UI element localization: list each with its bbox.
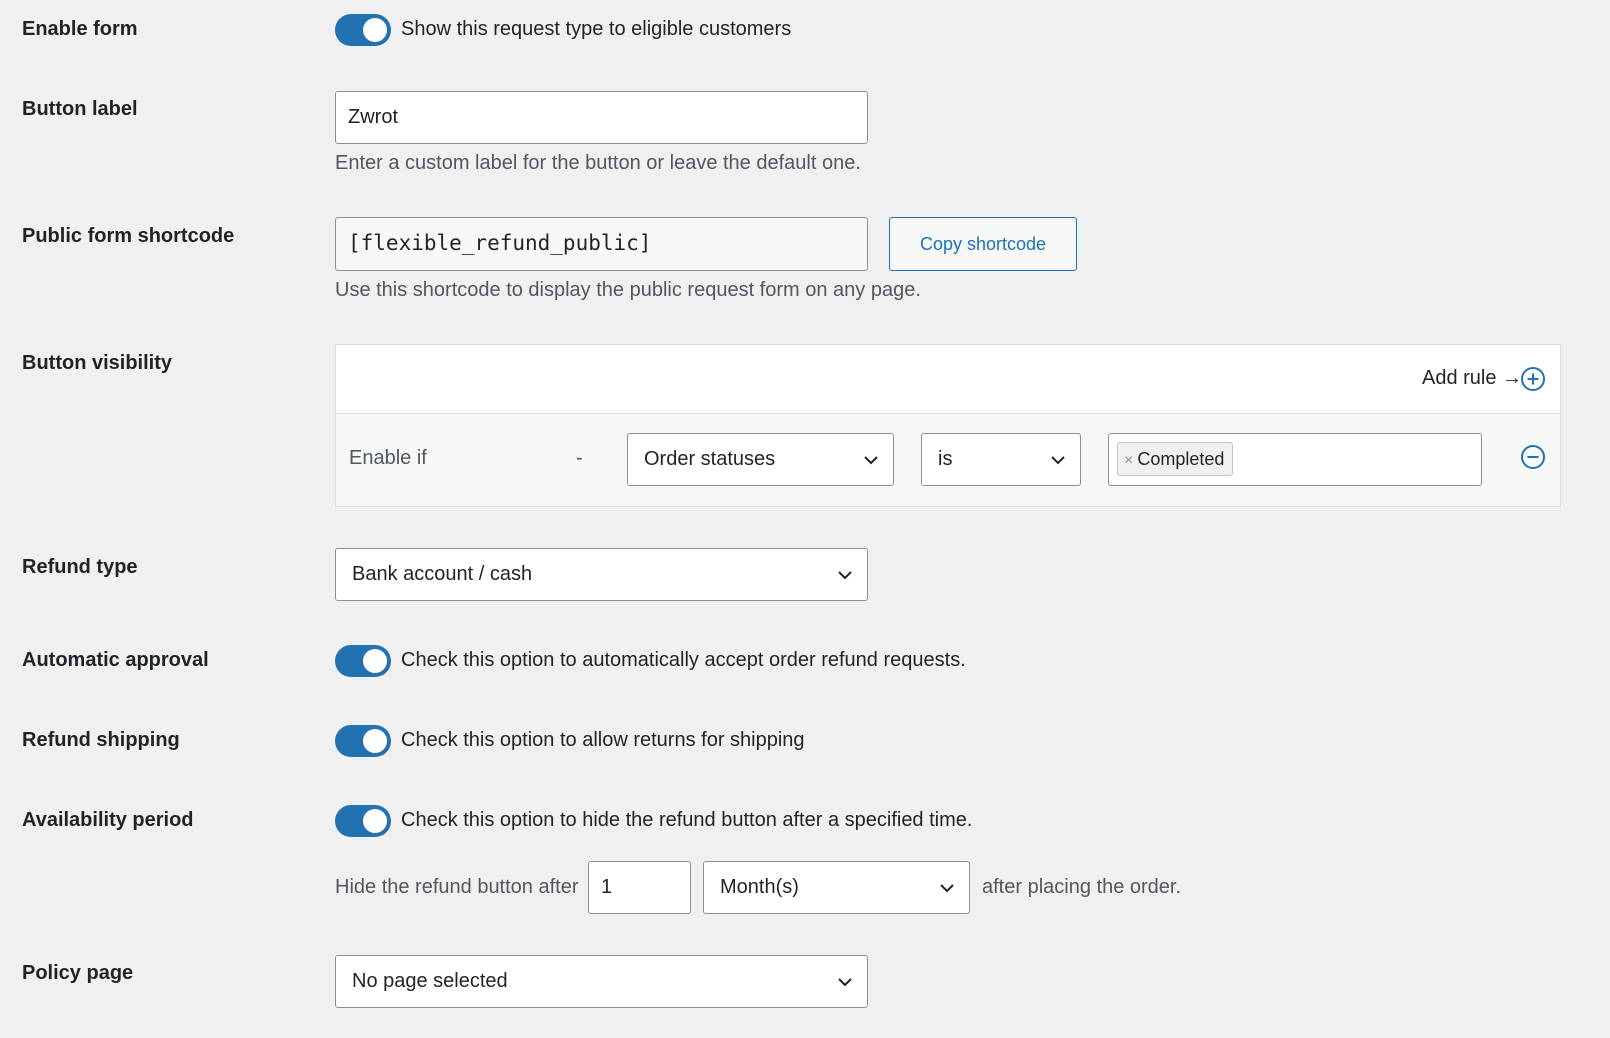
automatic-approval-label: Automatic approval <box>22 649 209 671</box>
button-visibility-label: Button visibility <box>22 352 172 374</box>
hide-after-suffix: after placing the order. <box>982 876 1182 898</box>
toggle-knob <box>363 729 387 753</box>
chevron-down-icon <box>837 956 853 1007</box>
shortcode-help: Use this shortcode to display the public… <box>335 279 921 301</box>
toggle-knob <box>363 649 387 673</box>
refund-shipping-toggle[interactable] <box>335 725 391 757</box>
rule-operator-value: is <box>938 448 953 470</box>
rule-values-multiselect[interactable]: × Completed <box>1108 433 1482 486</box>
toggle-knob <box>363 809 387 833</box>
refund-shipping-description: Check this option to allow returns for s… <box>401 729 805 751</box>
availability-period-toggle[interactable] <box>335 805 391 837</box>
hide-after-unit-select[interactable]: Month(s) <box>703 861 970 914</box>
chevron-down-icon <box>837 549 853 600</box>
toggle-knob <box>363 18 387 42</box>
visibility-rules-panel: Add rule → Enable if - Order statuses is… <box>335 344 1561 507</box>
shortcode-input[interactable]: [flexible_refund_public] <box>335 217 868 271</box>
rule-prefix: Enable if <box>349 447 427 469</box>
button-label-input[interactable]: Zwrot <box>335 91 868 144</box>
policy-page-label: Policy page <box>22 962 134 984</box>
button-label-label: Button label <box>22 98 138 120</box>
hide-after-prefix: Hide the refund button after <box>335 876 579 898</box>
enable-form-label: Enable form <box>22 18 138 40</box>
automatic-approval-description: Check this option to automatically accep… <box>401 649 966 671</box>
copy-shortcode-button[interactable]: Copy shortcode <box>889 217 1077 271</box>
availability-period-label: Availability period <box>22 809 194 831</box>
public-shortcode-label: Public form shortcode <box>22 225 235 247</box>
policy-page-value: No page selected <box>352 970 508 992</box>
remove-tag-icon[interactable]: × <box>1124 452 1133 469</box>
rule-dash: - <box>576 447 583 469</box>
availability-period-description: Check this option to hide the refund but… <box>401 809 973 831</box>
automatic-approval-toggle[interactable] <box>335 645 391 677</box>
add-rule-link[interactable]: Add rule → <box>1422 367 1522 390</box>
rule-field-value: Order statuses <box>644 448 776 470</box>
rule-operator-select[interactable]: is <box>921 433 1081 486</box>
refund-type-label: Refund type <box>22 556 138 578</box>
rule-field-select[interactable]: Order statuses <box>627 433 894 486</box>
hide-after-unit-value: Month(s) <box>720 876 799 898</box>
enable-form-description: Show this request type to eligible custo… <box>401 18 792 40</box>
refund-type-value: Bank account / cash <box>352 563 533 585</box>
button-label-help: Enter a custom label for the button or l… <box>335 152 861 174</box>
visibility-rule-row: Enable if - Order statuses is × Completed <box>336 414 1560 506</box>
refund-shipping-label: Refund shipping <box>22 729 180 751</box>
minus-circle-icon[interactable] <box>1520 444 1546 470</box>
chevron-down-icon <box>863 434 879 485</box>
value-tag-completed: × Completed <box>1117 442 1234 476</box>
chevron-down-icon <box>939 862 955 913</box>
hide-after-amount-input[interactable]: 1 <box>588 861 691 914</box>
chevron-down-icon <box>1050 434 1066 485</box>
plus-circle-icon[interactable] <box>1520 366 1546 392</box>
enable-form-toggle[interactable] <box>335 14 391 46</box>
tag-label: Completed <box>1137 449 1225 469</box>
refund-type-select[interactable]: Bank account / cash <box>335 548 868 601</box>
policy-page-select[interactable]: No page selected <box>335 955 868 1008</box>
